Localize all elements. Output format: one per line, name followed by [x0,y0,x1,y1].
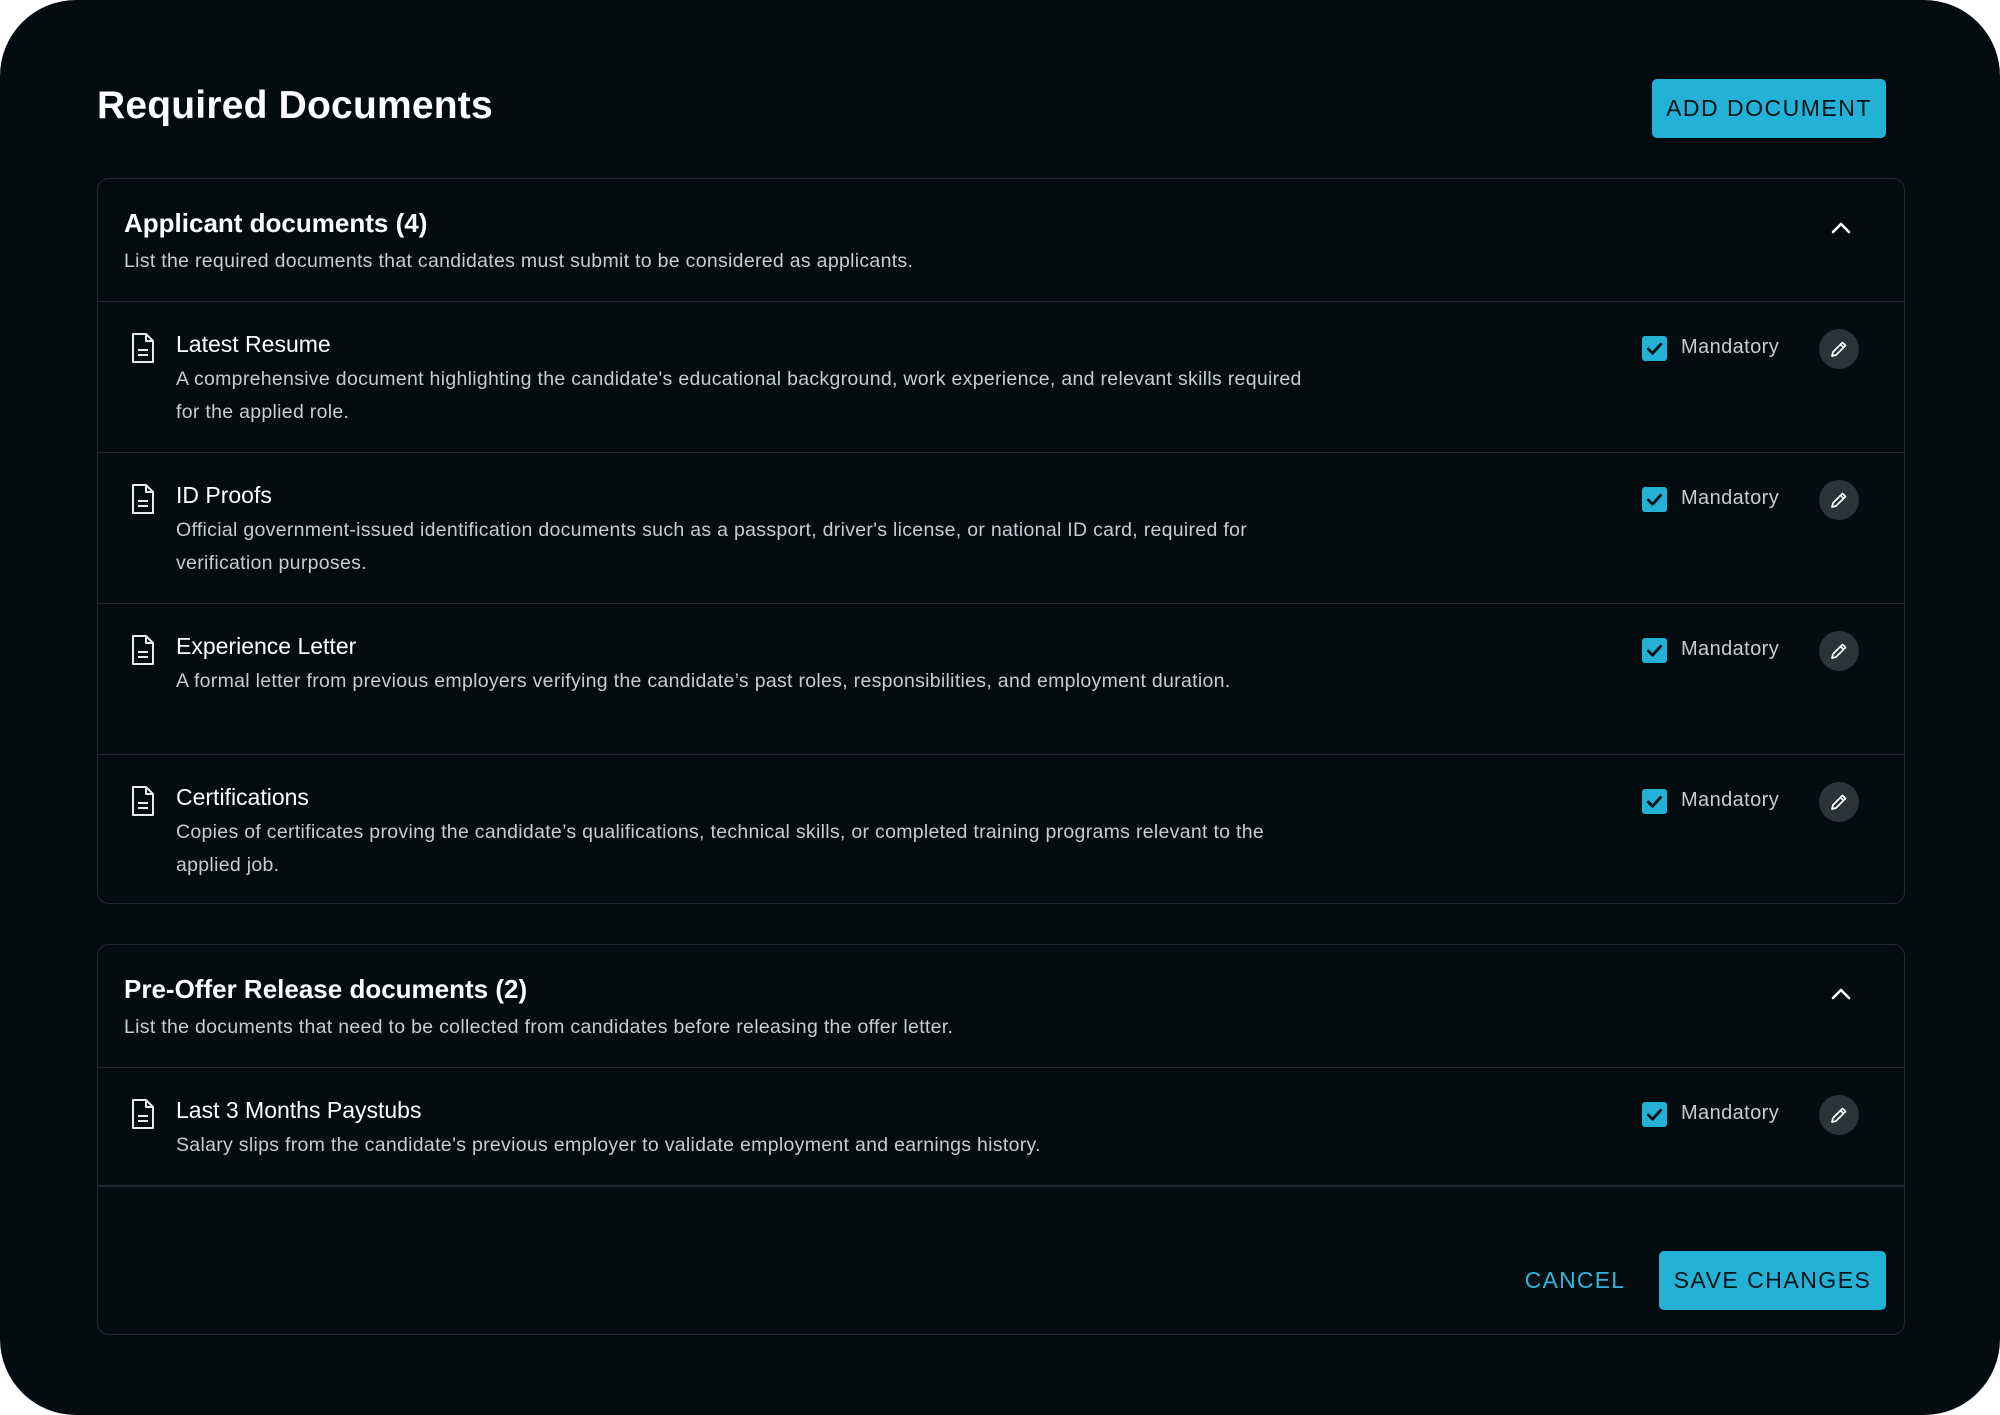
section-title: Applicant documents (4) [124,208,428,238]
edit-document-button[interactable] [1819,782,1859,822]
pencil-icon [1831,643,1847,659]
checkmark-icon [1646,795,1663,808]
checkmark-icon [1646,493,1663,506]
pencil-icon [1831,794,1847,810]
document-description: A formal letter from previous employers … [176,670,1231,692]
checkmark-icon [1646,1108,1663,1121]
mandatory-label: Mandatory [1681,1102,1780,1124]
document-icon [132,1099,154,1129]
document-title: Experience Letter [176,633,357,659]
document-title: Certifications [176,784,309,810]
section-header: Pre-Offer Release documents (2) List the… [98,945,1904,1068]
cancel-button[interactable]: CANCEL [1510,1251,1640,1310]
chevron-up-icon [1831,222,1851,234]
document-row-id-proofs: ID Proofs Official government-issued ide… [98,453,1904,604]
document-title: Last 3 Months Paystubs [176,1097,422,1123]
mandatory-checkbox[interactable] [1642,1102,1667,1127]
document-icon [132,484,154,514]
document-row-certifications: Certifications Copies of certificates pr… [98,755,1904,906]
edit-document-button[interactable] [1819,1095,1859,1135]
document-title: Latest Resume [176,331,331,357]
document-description: Official government-issued identificatio… [176,519,1248,574]
save-changes-button[interactable]: SAVE CHANGES [1659,1251,1886,1310]
pencil-icon [1831,492,1847,508]
section-title: Pre-Offer Release documents (2) [124,974,528,1004]
document-icon [132,635,154,665]
mandatory-checkbox[interactable] [1642,638,1667,663]
mandatory-checkbox[interactable] [1642,336,1667,361]
document-icon [132,333,154,363]
document-row-paystubs: Last 3 Months Paystubs Salary slips from… [98,1068,1904,1186]
mandatory-checkbox[interactable] [1642,487,1667,512]
mandatory-label: Mandatory [1681,638,1780,660]
pencil-icon [1831,1107,1847,1123]
document-description: Salary slips from the candidate’s previo… [176,1134,1041,1156]
document-icon [132,786,154,816]
edit-document-button[interactable] [1819,329,1859,369]
document-title: ID Proofs [176,482,272,508]
document-row-experience-letter: Experience Letter A formal letter from p… [98,604,1904,755]
mandatory-label: Mandatory [1681,789,1780,811]
checkmark-icon [1646,342,1663,355]
document-description: A comprehensive document highlighting th… [176,368,1302,423]
section-description: List the required documents that candida… [124,250,914,272]
collapse-section-button[interactable] [1826,979,1856,1009]
pencil-icon [1831,341,1847,357]
edit-document-button[interactable] [1819,631,1859,671]
document-row-latest-resume: Latest Resume A comprehensive document h… [98,302,1904,453]
section-header: Applicant documents (4) List the require… [98,179,1904,302]
mandatory-checkbox[interactable] [1642,789,1667,814]
section-description: List the documents that need to be colle… [124,1016,954,1038]
add-document-button[interactable]: ADD DOCUMENT [1652,79,1886,138]
chevron-up-icon [1831,988,1851,1000]
collapse-section-button[interactable] [1826,213,1856,243]
document-description: Copies of certificates proving the candi… [176,821,1265,876]
mandatory-label: Mandatory [1681,487,1780,509]
mandatory-label: Mandatory [1681,336,1780,358]
edit-document-button[interactable] [1819,480,1859,520]
divider [98,1186,1904,1187]
checkmark-icon [1646,644,1663,657]
applicant-documents-panel: Applicant documents (4) List the require… [97,178,1905,904]
app-window: Required Documents ADD DOCUMENT Applican… [0,0,2000,1415]
page-title: Required Documents [97,84,493,127]
